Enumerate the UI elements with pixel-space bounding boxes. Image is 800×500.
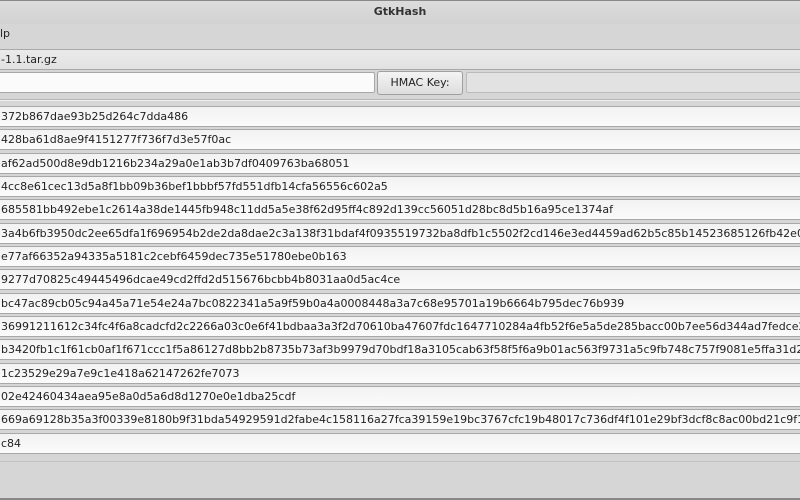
digest-output-field[interactable]: 1c23529e29a7e9c1e418a62147262fe7073 [0,362,800,384]
digest-output-field[interactable]: bc47ac89cb05c94a45a71e54e24a7bc0822341a5… [0,292,800,314]
file-chooser[interactable]: -1.1.tar.gz [0,49,800,70]
text-input[interactable] [0,72,375,93]
digest-output-field[interactable]: 9277d70825c49445496dcae49cd2ffd2d515676b… [0,269,800,291]
digest-output-field[interactable]: e77af66352a94335a5181c2cebf6459dec735e51… [0,245,800,267]
digest-output-field[interactable]: 36991211612c34fc4f6a8cadcfd2c2266a03c0e6… [0,315,800,337]
menu-bar: lp [0,24,800,46]
button-bar [0,461,800,500]
file-name: -1.1.tar.gz [1,53,57,66]
digest-output-field[interactable]: b3420fb1c1f61cb0af1f671ccc1f5a86127d8bb2… [0,339,800,361]
digest-output-field[interactable]: 4cc8e61cec13d5a8f1bb09b36bef1bbbf57fd551… [0,175,800,197]
digest-output-field[interactable]: 372b867dae93b25d264c7dda486 [0,106,800,127]
digest-output-field[interactable]: 685581bb492ebe1c2614a38de1445fb948c11dd5… [0,199,800,221]
menu-help[interactable]: lp [0,24,10,44]
digest-list: 372b867dae93b25d264c7dda486 428ba61d8ae9f… [0,106,800,456]
digest-output-field[interactable]: 669a69128b35a3f00339e8180b9f31bda5492959… [0,409,800,431]
separator [0,99,800,101]
hmac-key-input[interactable] [466,72,800,93]
title-bar: GtkHash [0,0,800,24]
digest-output-field[interactable]: af62ad500d8e9db1216b234a29a0e1ab3b7df040… [0,152,800,174]
digest-output-field[interactable]: 428ba61d8ae9f4151277f736f7d3e57f0ac [0,129,800,151]
digest-output-field[interactable]: 02e42460434aea95e8a0d5a6d8d1270e0e1dba25… [0,385,800,407]
digest-output-field[interactable]: c84 [0,432,800,454]
digest-output-field[interactable]: 3a4b6fb3950dc2ee65dfa1f696954b2de2da8dae… [0,222,800,244]
hmac-key-toggle-button[interactable]: HMAC Key: [377,71,463,95]
window-title: GtkHash [373,5,427,18]
